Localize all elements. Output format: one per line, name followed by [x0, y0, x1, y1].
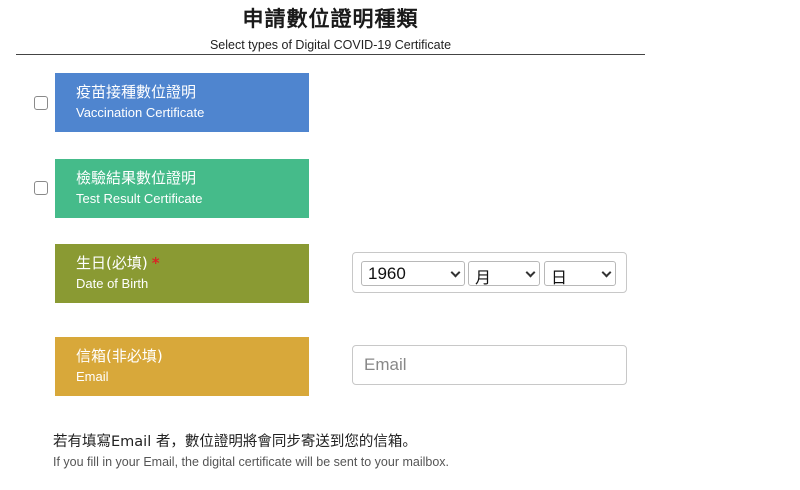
month-select[interactable]: 月 — [468, 261, 540, 287]
year-select-value: 1960 — [368, 264, 406, 283]
month-select-value: 月 — [475, 268, 492, 287]
test-result-option-label[interactable]: 檢驗結果數位證明 Test Result Certificate — [55, 159, 309, 218]
email-label: 信箱(非必填) Email — [55, 337, 309, 396]
test-result-label-en: Test Result Certificate — [76, 191, 203, 206]
dob-label-zh-row: 生日(必填) * — [76, 253, 309, 273]
header-divider — [16, 54, 645, 55]
certificate-type-form: 申請數位證明種類 Select types of Digital COVID-1… — [0, 0, 800, 490]
email-label-zh: 信箱(非必填) — [76, 347, 163, 365]
year-select[interactable]: 1960 — [361, 261, 465, 286]
chevron-down-icon — [525, 267, 536, 278]
vaccination-label-zh: 疫苗接種數位證明 — [76, 83, 197, 101]
dob-label-en: Date of Birth — [76, 276, 149, 291]
vaccination-label-en: Vaccination Certificate — [76, 105, 205, 120]
chevron-down-icon — [601, 267, 612, 278]
email-label-en: Email — [76, 369, 109, 384]
dob-label-zh: 生日(必填) — [76, 254, 148, 272]
day-select-value: 日 — [551, 268, 568, 287]
vaccination-option-label[interactable]: 疫苗接種數位證明 Vaccination Certificate — [55, 73, 309, 132]
required-asterisk: * — [151, 254, 160, 272]
email-placeholder: Email — [364, 355, 407, 374]
dob-label: 生日(必填) * Date of Birth — [55, 244, 309, 303]
page-title: 申請數位證明種類 — [242, 7, 419, 31]
dob-select-group: 1960 月 日 — [352, 252, 627, 293]
day-select[interactable]: 日 — [544, 261, 616, 287]
test-result-label-zh: 檢驗結果數位證明 — [76, 169, 197, 187]
email-note-en: If you fill in your Email, the digital c… — [53, 455, 450, 469]
email-input[interactable]: Email — [352, 345, 627, 385]
test-result-checkbox[interactable] — [34, 181, 48, 195]
email-note-zh: 若有填寫Email 者，數位證明將會同步寄送到您的信箱。 — [53, 434, 417, 450]
page-header: 申請數位證明種類 Select types of Digital COVID-1… — [16, 0, 645, 52]
page-subtitle: Select types of Digital COVID-19 Certifi… — [209, 38, 452, 52]
chevron-down-icon — [450, 267, 461, 278]
vaccination-checkbox[interactable] — [34, 96, 48, 110]
